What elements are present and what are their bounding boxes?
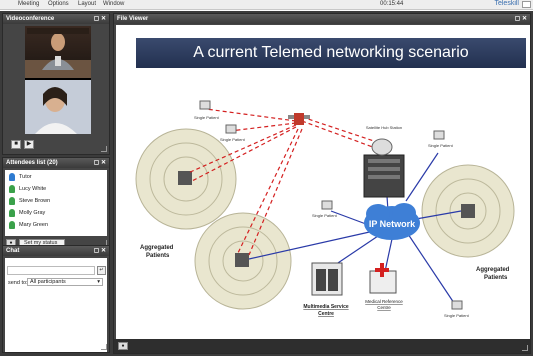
video-tile-presenter	[25, 26, 91, 78]
video-feed	[25, 26, 91, 134]
close-app-icon[interactable]	[522, 1, 531, 8]
attendee-row[interactable]: Mary Green	[9, 220, 48, 231]
attendee-row[interactable]: Steve Brown	[9, 196, 50, 207]
single-patient-device	[451, 300, 463, 310]
send-to-label: send to:	[8, 280, 28, 286]
attendees-header: Attendees list (20) ▢ ✕	[3, 158, 109, 168]
resize-grip-icon[interactable]	[522, 345, 528, 351]
menu-options[interactable]: Options	[48, 1, 69, 7]
user-icon	[9, 172, 15, 181]
single-patient-device	[225, 124, 237, 134]
send-to-select[interactable]: All participants ▾	[27, 278, 103, 286]
aggregated-label: Aggregated	[476, 267, 510, 273]
attendee-name: Tutor	[19, 174, 32, 180]
file-viewer-settings-button[interactable]: ●	[118, 342, 128, 350]
menu-bar: Meeting Options Layout Window 00:15:44 T…	[0, 0, 533, 10]
multimedia-centre-label: Centre	[318, 311, 334, 317]
resize-grip-icon[interactable]	[101, 344, 107, 350]
aggregated-patients-label: Patients	[484, 275, 508, 281]
menu-layout[interactable]: Layout	[78, 1, 96, 7]
file-viewer-footer: ●	[114, 339, 530, 353]
panel-title: Attendees list (20)	[6, 160, 58, 166]
cell-right	[421, 164, 515, 258]
file-viewer-panel: File Viewer ▢ ✕ A current Telemed networ…	[113, 13, 531, 354]
brand-logo: Teleskill	[494, 0, 519, 7]
single-patient-label: Single Patient	[194, 115, 220, 120]
single-patient-device	[433, 130, 445, 140]
chat-panel: Chat ▢ ✕ ↵ send to: All participants ▾	[2, 245, 110, 353]
send-message-button[interactable]: ↵	[97, 266, 106, 275]
chevron-down-icon: ▾	[97, 279, 100, 285]
user-icon	[9, 184, 15, 193]
panel-title: File Viewer	[117, 16, 149, 22]
medical-centre-icon: Medical Reference Centre	[365, 263, 403, 310]
chat-area: ↵ send to: All participants ▾	[5, 258, 107, 352]
attendee-name: Molly Gray	[19, 210, 46, 216]
ip-network-label: IP Network	[369, 219, 416, 229]
aggregated-label: Aggregated	[140, 245, 174, 251]
satellite-icon	[288, 113, 310, 125]
presenter-figure	[25, 28, 91, 78]
video-tile-participant	[25, 80, 91, 134]
panel-window-buttons[interactable]: ▢ ✕	[94, 14, 106, 24]
panel-title: Chat	[6, 248, 20, 254]
attendee-name: Steve Brown	[19, 198, 51, 204]
satellite-hub-label: Satellite Hub Station	[366, 125, 402, 130]
camera-button[interactable]: ■	[11, 140, 21, 149]
multimedia-label: Multimedia Service	[303, 304, 349, 310]
attendees-panel: Attendees list (20) ▢ ✕ Tutor Lucy White…	[2, 157, 110, 249]
attendee-list: Tutor Lucy White Steve Brown Molly Gray …	[5, 170, 107, 236]
panel-window-buttons[interactable]: ▢ ✕	[94, 246, 106, 256]
file-viewer-header: File Viewer ▢ ✕	[114, 14, 530, 24]
videoconference-panel: Videoconference ▢ ✕ ■ ▶	[2, 13, 110, 155]
user-icon	[9, 220, 15, 229]
cell-left	[135, 128, 237, 230]
panel-title: Videoconference	[6, 16, 55, 22]
slide-canvas: A current Telemed networking scenario IP…	[116, 25, 530, 340]
single-patient-device	[199, 100, 211, 110]
participant-figure	[25, 80, 91, 134]
session-clock: 00:15:44	[380, 1, 404, 7]
attendee-row[interactable]: Lucy White	[9, 184, 46, 195]
attendee-row[interactable]: Tutor	[9, 172, 32, 183]
ip-network-cloud: IP Network	[364, 203, 420, 240]
single-patient-label: Single Patient	[444, 313, 470, 318]
medical-centre-label: Centre	[377, 305, 391, 310]
user-icon	[9, 196, 15, 205]
videoconference-header: Videoconference ▢ ✕	[3, 14, 109, 24]
chat-message-input[interactable]	[7, 266, 95, 275]
chat-header: Chat ▢ ✕	[3, 246, 109, 256]
attendee-row[interactable]: Molly Gray	[9, 208, 45, 219]
panel-window-buttons[interactable]: ▢ ✕	[515, 14, 527, 24]
network-diagram: IP Network Satellite Hub Station Multime…	[135, 100, 515, 318]
multimedia-centre-icon: Multimedia Service Centre	[303, 262, 349, 317]
aggregated-patients-label: Patients	[146, 253, 170, 259]
slide-title: A current Telemed networking scenario	[136, 38, 526, 68]
attendee-name: Mary Green	[19, 222, 49, 228]
menu-meeting[interactable]: Meeting	[18, 1, 39, 7]
app-workspace: Videoconference ▢ ✕ ■ ▶ Attendees list (…	[0, 11, 533, 356]
single-patient-label: Single Patient	[428, 143, 454, 148]
single-patient-label: Single Patient	[312, 213, 338, 218]
satellite-hub-server: Satellite Hub Station	[363, 125, 405, 198]
user-icon	[9, 208, 15, 217]
resize-grip-icon[interactable]	[101, 146, 107, 152]
single-patient-device	[321, 200, 333, 210]
attendee-name: Lucy White	[19, 186, 47, 192]
single-patient-label: Single Patient	[220, 137, 246, 142]
panel-window-buttons[interactable]: ▢ ✕	[94, 158, 106, 168]
cell-center	[194, 212, 292, 310]
send-to-value: All participants	[30, 279, 66, 285]
play-button[interactable]: ▶	[24, 140, 34, 149]
medical-label: Medical Reference	[365, 299, 403, 304]
menu-window[interactable]: Window	[103, 1, 124, 7]
